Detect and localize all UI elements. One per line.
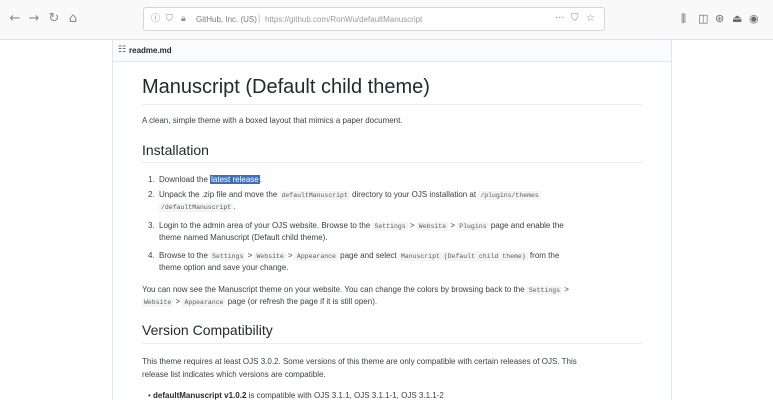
site-identity: GitHub, Inc. (US)	[196, 15, 257, 24]
installation-heading: Installation	[142, 142, 209, 158]
compat-line1: This theme requires at least OJS 3.0.2. …	[142, 357, 577, 366]
reload-icon[interactable]: ↻	[45, 10, 63, 28]
compat-bullet: • defaultManuscript v1.0.2 is compatible…	[148, 391, 444, 400]
page-actions-icon[interactable]: ···	[555, 12, 565, 26]
url-text[interactable]: https://github.com/RonWu/defaultManuscri…	[265, 14, 422, 25]
install-step-4: 4. Browse to the Settings > Website > App…	[148, 251, 560, 261]
theme-description: A clean, simple theme with a boxed layou…	[142, 116, 403, 125]
library-icon[interactable]: ⫼	[681, 12, 686, 26]
home-icon[interactable]: ⌂	[64, 10, 82, 28]
compat-line2: release list indicates which versions ar…	[142, 370, 326, 379]
addon-icon[interactable]: ◉	[749, 12, 759, 26]
install-step-3: 3. Login to the admin area of your OJS we…	[148, 221, 564, 231]
extension-icon[interactable]: ⊛	[715, 12, 724, 26]
book-icon: ☷	[118, 45, 127, 55]
browser-toolbar: ← → ↻ ⌂ ⓘ ⛉ 🔒︎ GitHub, Inc. (US) | https…	[0, 0, 773, 40]
install-after-line2: Website > Appearance page (or refresh th…	[142, 297, 378, 307]
back-icon[interactable]: ←	[6, 10, 24, 28]
install-after-line1: You can now see the Manuscript theme on …	[142, 285, 569, 295]
readme-filename: readme.md	[129, 46, 172, 55]
install-step-1: 1. Download the latest release.	[148, 175, 262, 184]
page-title: Manuscript (Default child theme)	[142, 76, 430, 98]
title-divider	[142, 104, 642, 105]
bookmark-star-icon[interactable]: ☆	[586, 12, 595, 26]
install-step-3-cont: theme named Manuscript (Default child th…	[159, 233, 328, 242]
upload-icon[interactable]: ⏏	[732, 12, 742, 26]
info-icon[interactable]: ⓘ	[151, 13, 160, 25]
pocket-icon[interactable]: ⛉	[571, 12, 579, 26]
latest-release-link[interactable]: latest release	[210, 175, 260, 184]
forward-icon[interactable]: →	[25, 10, 43, 28]
shield-icon[interactable]: ⛉	[166, 13, 173, 25]
lock-icon[interactable]: 🔒︎	[181, 13, 186, 25]
url-separator: |	[258, 13, 261, 23]
readme-header: ☷ readme.md	[113, 40, 671, 62]
installation-divider	[142, 162, 642, 163]
url-bar[interactable]: ⓘ ⛉ 🔒︎ GitHub, Inc. (US) | https://githu…	[143, 7, 605, 31]
install-step-4-cont: theme option and save your change.	[159, 263, 289, 272]
sidebar-icon[interactable]: ◫	[698, 12, 708, 26]
install-step-2-cont: /defaultManuscript.	[159, 202, 236, 212]
compat-heading: Version Compatibility	[142, 322, 273, 338]
install-step-2: 2. Unpack the .zip file and move the defa…	[148, 190, 541, 200]
compat-divider	[142, 343, 642, 344]
